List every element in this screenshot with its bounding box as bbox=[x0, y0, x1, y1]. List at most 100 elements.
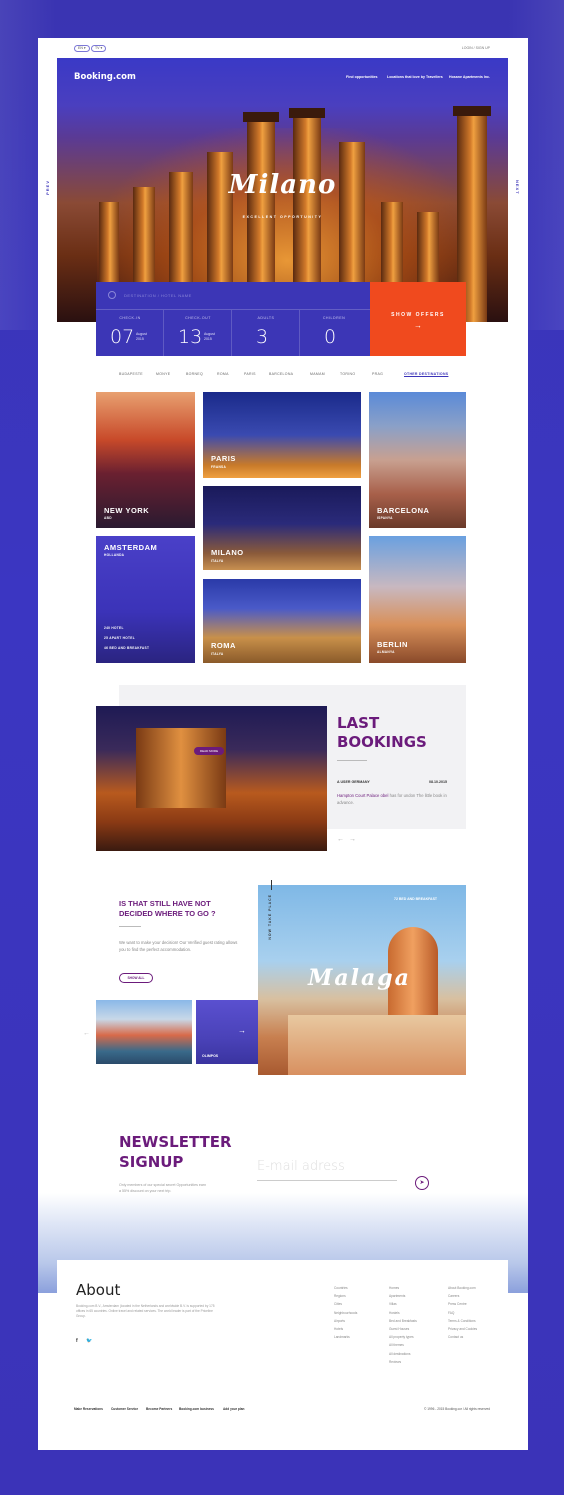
footer-bottom-link[interactable]: Become Partners bbox=[146, 1407, 172, 1411]
destination-link[interactable]: TORINO bbox=[340, 372, 355, 376]
amsterdam-bnb-count: 46 BED AND BREAKFAST bbox=[104, 646, 150, 650]
other-destinations-link[interactable]: OTHER DESTINATIONS bbox=[404, 372, 448, 376]
checkout-field[interactable]: CHECK-OUT 13 August 2015 bbox=[164, 310, 232, 356]
decide-text: We want to make your decision! Our Verif… bbox=[119, 940, 238, 952]
footer-link[interactable]: Countries bbox=[334, 1284, 357, 1292]
checkin-day: 07 bbox=[110, 326, 135, 348]
divider bbox=[271, 880, 272, 890]
adults-stepper[interactable]: ADULTS 3 bbox=[232, 310, 300, 356]
temple-capital bbox=[289, 108, 325, 118]
facebook-icon[interactable]: f bbox=[76, 1338, 78, 1344]
show-offers-button[interactable]: SHOW OFFERS → bbox=[370, 282, 466, 356]
twitter-icon[interactable]: 🐦 bbox=[86, 1338, 92, 1344]
divider bbox=[119, 926, 141, 927]
thumb-venice[interactable] bbox=[96, 1000, 192, 1064]
footer-link[interactable]: About Booking.com bbox=[448, 1284, 477, 1292]
nav-link-apartments[interactable]: Hosane Apartments Inc. bbox=[449, 75, 490, 79]
tile-milano[interactable]: MILANO ITALYA bbox=[203, 486, 361, 570]
page-card: EN ▾ TV ▾ LOGIN / SIGN UP Booking.com Fi… bbox=[38, 38, 528, 1450]
email-input[interactable]: E-mail adress bbox=[257, 1159, 345, 1174]
footer-link[interactable]: Hostels bbox=[389, 1309, 417, 1317]
checkin-field[interactable]: CHECK-IN 07 August 2015 bbox=[96, 310, 164, 356]
footer-bottom-link[interactable]: Customer Service bbox=[111, 1407, 138, 1411]
footer-column-3: About Booking.com Careers Press Centre F… bbox=[448, 1284, 477, 1341]
footer-link[interactable]: Privacy and Cookies bbox=[448, 1325, 477, 1333]
destination-link[interactable]: PARIS bbox=[244, 372, 256, 376]
tile-barcelona[interactable]: BARCELONA ISPANYA bbox=[369, 392, 466, 528]
tile-country: ITALYA bbox=[211, 652, 224, 656]
footer-bottom-link[interactable]: Make Reservations bbox=[74, 1407, 103, 1411]
footer-link[interactable]: Terms & Conditions bbox=[448, 1317, 477, 1325]
footer-link[interactable]: All destinations bbox=[389, 1350, 417, 1358]
booking-link[interactable]: Hampton Court Palace obel bbox=[337, 793, 388, 798]
footer-bottom-link[interactable]: Add your plan bbox=[223, 1407, 244, 1411]
footer-link[interactable]: Airports bbox=[334, 1317, 357, 1325]
tile-amsterdam[interactable]: AMSTERDAM HOLLANDA 240 HOTEL 25 APART HO… bbox=[96, 536, 195, 663]
malaga-tag: 72 BED AND BREAKFAST bbox=[394, 897, 438, 901]
footer-link[interactable]: Cities bbox=[334, 1300, 357, 1308]
prev-button[interactable]: PREV bbox=[45, 180, 50, 195]
arrow-right-icon[interactable]: → bbox=[238, 1026, 246, 1035]
malaga-terrace bbox=[288, 1015, 466, 1075]
footer-link[interactable]: All property types bbox=[389, 1333, 417, 1341]
currency-select[interactable]: TV ▾ bbox=[91, 45, 107, 52]
footer-link[interactable]: Homes bbox=[389, 1284, 417, 1292]
tile-berlin[interactable]: BERLIN ALMANYA bbox=[369, 536, 466, 663]
destination-link[interactable]: BORNEQ bbox=[186, 372, 203, 376]
send-icon[interactable]: ➤ bbox=[415, 1176, 429, 1190]
tile-name: MILANO bbox=[211, 548, 244, 557]
footer-link[interactable]: All themes bbox=[389, 1341, 417, 1349]
footer-link[interactable]: Landmarks bbox=[334, 1333, 357, 1341]
footer-link[interactable]: Hotels bbox=[334, 1325, 357, 1333]
footer-link[interactable]: Press Centre bbox=[448, 1300, 477, 1308]
footer-bottom-link[interactable]: Booking.com business bbox=[179, 1407, 214, 1411]
tile-name: NEW YORK bbox=[104, 506, 150, 515]
footer-link[interactable]: Guest Houses bbox=[389, 1325, 417, 1333]
tile-name: ROMA bbox=[211, 641, 236, 650]
read-more-button[interactable]: READ MORE bbox=[194, 747, 224, 755]
checkout-month: August 2015 bbox=[204, 332, 215, 341]
arrow-right-icon[interactable]: → bbox=[349, 836, 356, 843]
malaga-feature[interactable]: 72 BED AND BREAKFAST Malaga bbox=[258, 885, 466, 1075]
malaga-title: Malaga bbox=[308, 965, 411, 991]
tile-country: ISPANYA bbox=[377, 516, 393, 520]
login-link[interactable]: LOGIN / SIGN UP bbox=[462, 46, 490, 50]
booking-user: A USER GERMANY bbox=[337, 780, 370, 784]
destination-link[interactable]: PRAG bbox=[372, 372, 383, 376]
footer-link[interactable]: Regions bbox=[334, 1292, 357, 1300]
footer-link[interactable]: Reviews bbox=[389, 1358, 417, 1366]
footer-link[interactable]: Bed and Breakfasts bbox=[389, 1317, 417, 1325]
nav-link-opportunities[interactable]: Find opportunities bbox=[346, 75, 378, 79]
children-stepper[interactable]: CHILDREN 0 bbox=[300, 310, 368, 356]
footer-link[interactable]: Contact us bbox=[448, 1333, 477, 1341]
footer-link[interactable]: Villas bbox=[389, 1300, 417, 1308]
hero-tagline: EXCELLENT OPPORTUNITY bbox=[242, 215, 323, 219]
arrow-left-icon[interactable]: ← bbox=[337, 836, 344, 843]
tile-roma[interactable]: ROMA ITALYA bbox=[203, 579, 361, 663]
show-all-button[interactable]: SHOW ALL bbox=[119, 973, 153, 983]
next-button[interactable]: NEXT bbox=[515, 180, 520, 195]
children-label: CHILDREN bbox=[322, 316, 346, 320]
tile-paris[interactable]: PARIS FRANSA bbox=[203, 392, 361, 478]
nav-link-locations[interactable]: Locations that love by Travellers bbox=[387, 75, 443, 79]
language-select[interactable]: EN ▾ bbox=[74, 45, 90, 52]
destination-link[interactable]: BUDAPESTE bbox=[119, 372, 143, 376]
footer-link[interactable]: FAQ bbox=[448, 1309, 477, 1317]
top-bar: EN ▾ TV ▾ LOGIN / SIGN UP bbox=[38, 38, 528, 58]
destination-link[interactable]: MONYE bbox=[156, 372, 170, 376]
booking-text: Hampton Court Palace obel has for undon … bbox=[337, 793, 447, 805]
destination-link[interactable]: MAMAM bbox=[310, 372, 325, 376]
footer-link[interactable]: Apartments bbox=[389, 1292, 417, 1300]
destination-input[interactable]: DESTINATION / HOTEL NAME bbox=[96, 282, 370, 310]
checkin-month: August 2015 bbox=[136, 332, 147, 341]
tile-new-york[interactable]: NEW YORK ABD bbox=[96, 392, 195, 528]
footer-link[interactable]: Neighbourhoods bbox=[334, 1309, 357, 1317]
vertical-caption: NOW TAKE PLACE bbox=[268, 894, 272, 940]
arrow-left-icon[interactable]: ← bbox=[83, 1030, 90, 1037]
brand-logo[interactable]: Booking.com bbox=[74, 72, 136, 82]
footer-link[interactable]: Careers bbox=[448, 1292, 477, 1300]
destination-link[interactable]: BARCELONA bbox=[269, 372, 293, 376]
tile-country: ALMANYA bbox=[377, 650, 395, 654]
destination-link[interactable]: ROMA bbox=[217, 372, 229, 376]
children-value: 0 bbox=[324, 326, 337, 348]
